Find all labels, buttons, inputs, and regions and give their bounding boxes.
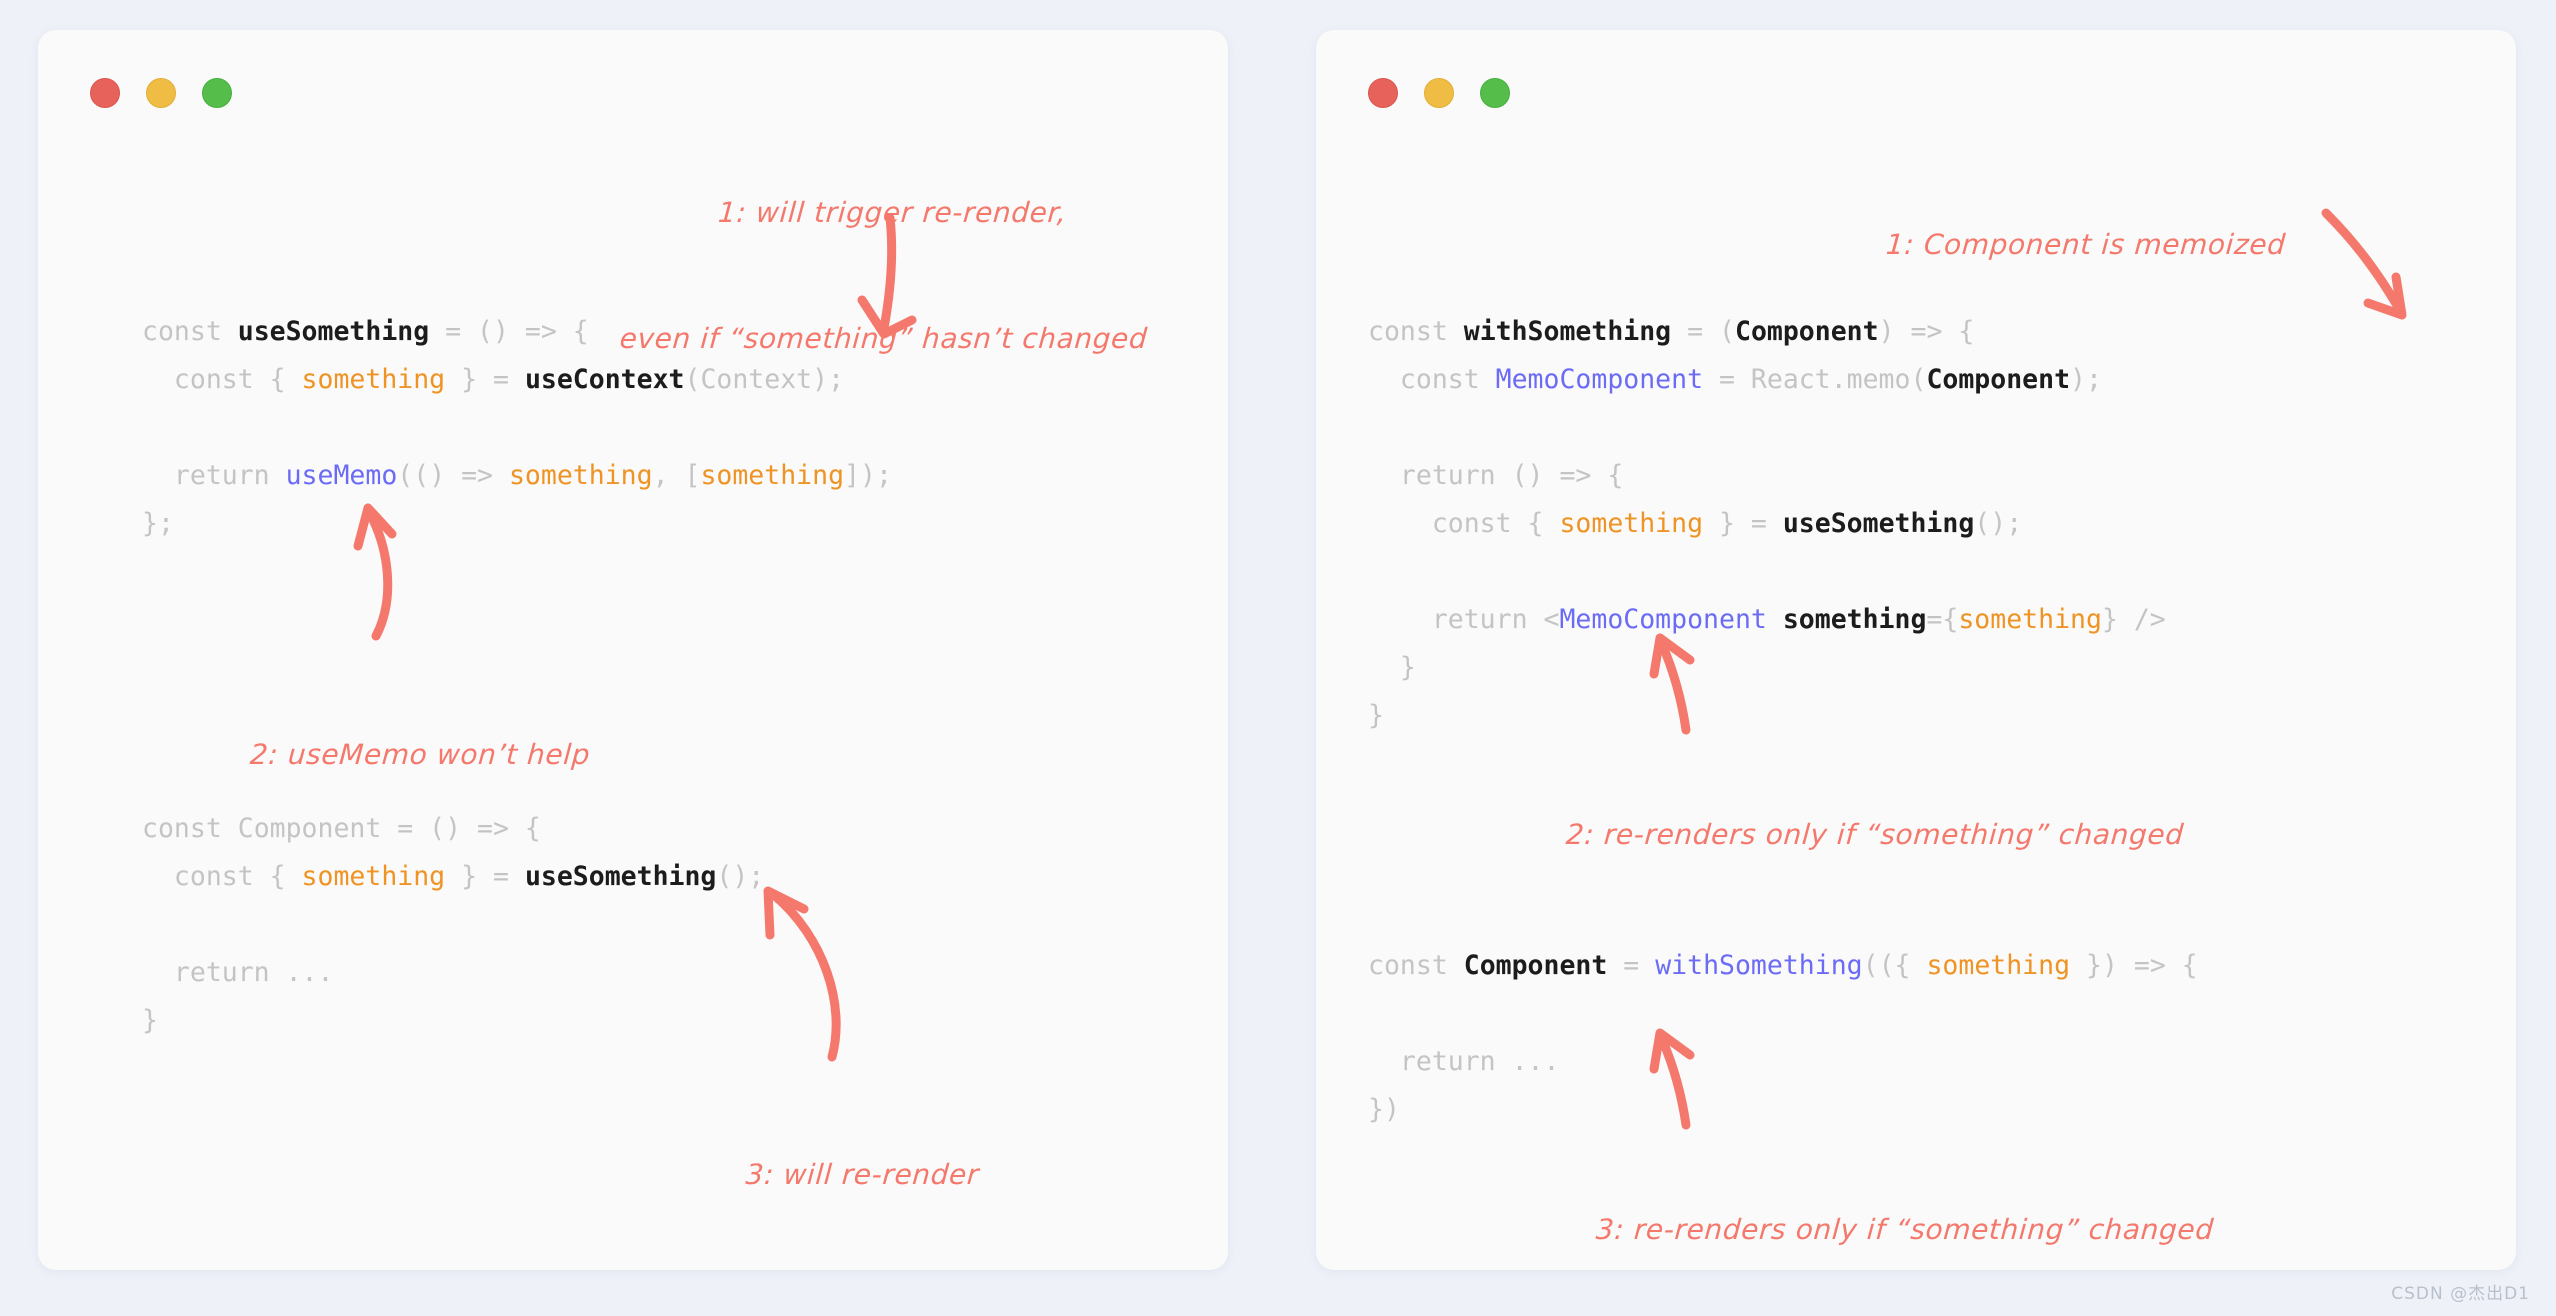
zoom-button-icon[interactable] — [202, 78, 232, 108]
watermark: CSDN @杰出D1 — [2391, 1284, 2530, 1304]
right-annotation-1-line-1: 1: Component is memoized — [1884, 228, 2287, 261]
left-annotation-2-line-1: 2: useMemo won’t help — [248, 738, 592, 771]
code-line: const MemoComponent = React.memo(Compone… — [1368, 364, 2102, 395]
code-line: }; — [142, 508, 174, 539]
code-line: const useSomething = () => { — [142, 316, 589, 347]
code-line: return ... — [142, 957, 334, 988]
code-line: }) — [1368, 1094, 1400, 1125]
right-arrow-1-icon — [2321, 208, 2407, 320]
code-line: } — [1368, 652, 1416, 683]
left-annotation-3-line-1: 3: will re-render — [744, 1158, 981, 1191]
right-annotation-2: 2: re-renders only if “something” change… — [1559, 730, 2191, 940]
code-line: return <MemoComponent something={somethi… — [1368, 604, 2166, 635]
code-line: } — [142, 1005, 158, 1036]
zoom-button-icon[interactable] — [1480, 78, 1510, 108]
left-annotation-2: 2: useMemo won’t help — [243, 650, 598, 860]
code-line: const Component = withSomething(({ somet… — [1368, 950, 2198, 981]
code-line: return ... — [1368, 1046, 1560, 1077]
left-annotation-1-line-2: even if “something” hasn’t changed — [618, 322, 1149, 355]
right-code-window: const withSomething = (Component) => { c… — [1316, 30, 2516, 1270]
right-annotation-3: 3: re-renders only if “something” change… — [1589, 1125, 2221, 1270]
right-annotation-3-line-1: 3: re-renders only if “something” change… — [1594, 1213, 2215, 1246]
code-line: return () => { — [1368, 460, 1624, 491]
right-code-block-1[interactable]: const withSomething = (Component) => { c… — [1368, 308, 2166, 740]
right-code-block-2[interactable]: const Component = withSomething(({ somet… — [1368, 942, 2198, 1134]
code-line: } — [1368, 700, 1384, 731]
code-line: const { something } = useSomething(); — [142, 861, 765, 892]
left-annotation-1-line-1: 1: will trigger re-render, — [717, 196, 1068, 229]
code-line: const { something } = useSomething(); — [1368, 508, 2023, 539]
minimize-button-icon[interactable] — [146, 78, 176, 108]
right-annotation-1: 1: Component is memoized — [1879, 140, 2293, 350]
left-annotation-3: 3: will re-render even if “something” ha… — [526, 1070, 1189, 1270]
minimize-button-icon[interactable] — [1424, 78, 1454, 108]
code-line: return useMemo(() => something, [somethi… — [142, 460, 892, 491]
close-button-icon[interactable] — [90, 78, 120, 108]
right-window-titlebar — [1368, 78, 1510, 108]
right-annotation-2-line-1: 2: re-renders only if “something” change… — [1564, 818, 2185, 851]
left-annotation-1: 1: will trigger re-render, even if “some… — [566, 108, 1209, 444]
left-code-window: const useSomething = () => { const { som… — [38, 30, 1228, 1270]
comparison-stage: const useSomething = () => { const { som… — [0, 0, 2556, 1316]
left-window-titlebar — [90, 78, 232, 108]
close-button-icon[interactable] — [1368, 78, 1398, 108]
